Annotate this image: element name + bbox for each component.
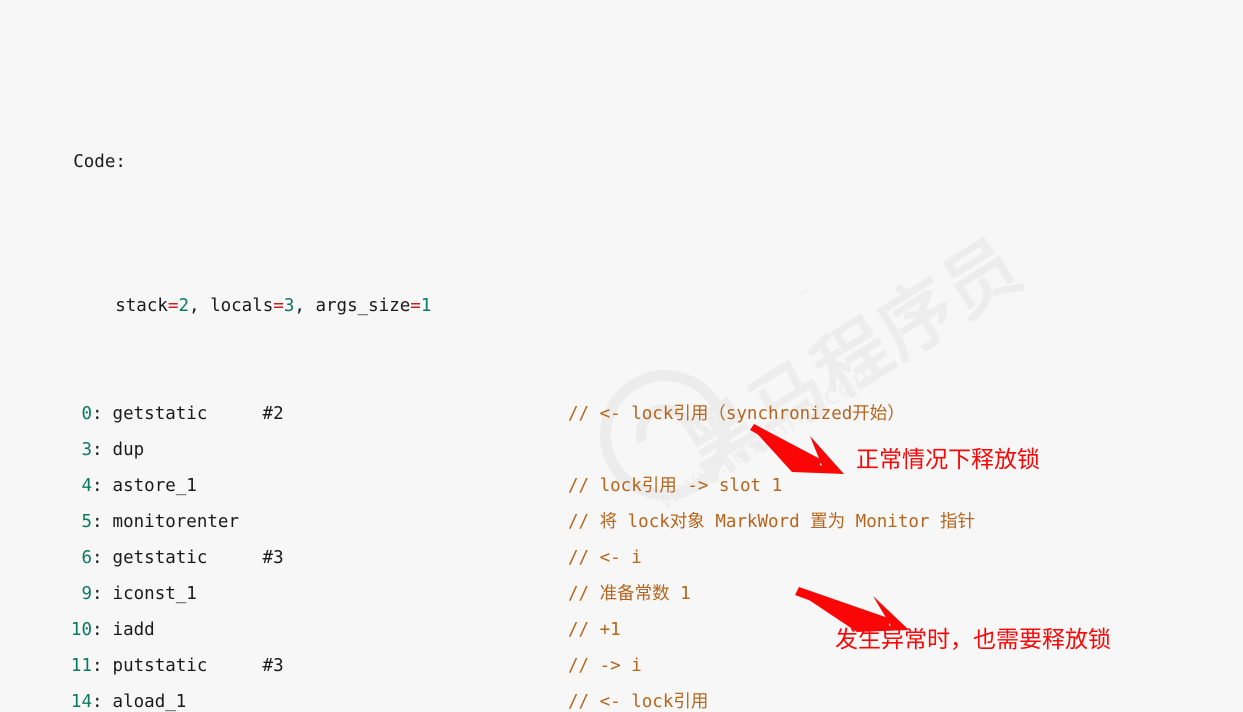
instruction-opcode: monitorenter: [112, 512, 239, 532]
instruction-row: 14: aload_1 // <- lock引用: [0, 684, 1243, 712]
offset-colon: :: [92, 548, 103, 568]
locals-value: 3: [283, 296, 295, 316]
instruction-row: 0: getstatic #2 // <- lock引用（synchronized开始…: [0, 396, 1243, 432]
instruction-offset: 5: [81, 512, 92, 532]
instruction-opcode: iconst_1: [112, 584, 197, 604]
eq-2: =: [273, 296, 284, 316]
instruction-offset: 9: [81, 584, 92, 604]
instruction-opcode: iadd: [112, 620, 155, 640]
offset-colon: :: [92, 620, 103, 640]
instruction-row: 9: iconst_1 // 准备常数 1: [0, 576, 1243, 612]
instruction-row: 5: monitorenter // 将 lock对象 MarkWord 置为 Mo…: [0, 504, 1243, 540]
code-label-row: Code:: [0, 108, 1243, 172]
offset-colon: :: [92, 692, 103, 712]
code-label: Code:: [73, 152, 126, 172]
offset-colon: :: [92, 440, 103, 460]
instruction-offset: 10: [70, 620, 92, 640]
instruction-opcode: getstatic: [112, 548, 208, 568]
instruction-opcode: astore_1: [112, 476, 197, 496]
args-size-key: args_size: [315, 296, 411, 316]
instruction-operand: #2: [262, 404, 284, 424]
instruction-row: 6: getstatic #3 // <- i: [0, 540, 1243, 576]
sep-2: ,: [294, 296, 316, 316]
offset-colon: :: [92, 656, 103, 676]
eq-1: =: [167, 296, 179, 316]
instruction-rows: 0: getstatic #2 // <- lock引用（synchronized开始…: [0, 396, 1243, 712]
stack-value: 2: [178, 296, 189, 316]
instruction-comment: // lock引用 -> slot 1: [568, 476, 783, 496]
instruction-opcode: dup: [112, 440, 145, 460]
offset-colon: :: [92, 584, 103, 604]
instruction-opcode: putstatic: [112, 656, 208, 676]
instruction-offset: 6: [81, 548, 92, 568]
instruction-offset: 3: [81, 440, 92, 460]
instruction-offset: 11: [70, 656, 92, 676]
instruction-row: 4: astore_1 // lock引用 -> slot 1: [0, 468, 1243, 504]
frame-info-row: stack=2, locals=3, args_size=1: [0, 252, 1243, 316]
instruction-offset: 0: [81, 404, 92, 424]
instruction-row: 3: dup: [0, 432, 1243, 468]
instruction-comment: // <- lock引用: [568, 692, 709, 712]
eq-3: =: [410, 296, 421, 316]
offset-colon: :: [92, 512, 103, 532]
instruction-opcode: aload_1: [112, 692, 187, 712]
offset-colon: :: [92, 404, 103, 424]
bytecode-screenshot: 黑马程序员 www.itheima.com ™ Code: stack=2, l…: [0, 0, 1243, 712]
annotation-exception-release: 发生异常时，也需要释放锁: [835, 627, 1111, 653]
sep-1: ,: [189, 296, 211, 316]
instruction-opcode: getstatic: [112, 404, 208, 424]
instruction-comment: // -> i: [568, 656, 642, 676]
code-listing: Code: stack=2, locals=3, args_size=1 0: g…: [0, 0, 1243, 712]
stack-key: stack: [115, 296, 168, 316]
offset-colon: :: [92, 476, 103, 496]
instruction-offset: 14: [70, 692, 92, 712]
instruction-comment: // 将 lock对象 MarkWord 置为 Monitor 指针: [568, 512, 975, 532]
instruction-operand: #3: [262, 548, 284, 568]
annotation-normal-release: 正常情况下释放锁: [856, 447, 1040, 473]
instruction-offset: 4: [81, 476, 92, 496]
locals-key: locals: [210, 296, 274, 316]
instruction-comment: // 准备常数 1: [568, 584, 691, 604]
instruction-comment: // <- lock引用（synchronized开始）: [568, 404, 905, 424]
instruction-comment: // <- i: [568, 548, 642, 568]
args-size-value: 1: [420, 296, 432, 316]
instruction-operand: #3: [262, 656, 284, 676]
instruction-comment: // +1: [568, 620, 621, 640]
